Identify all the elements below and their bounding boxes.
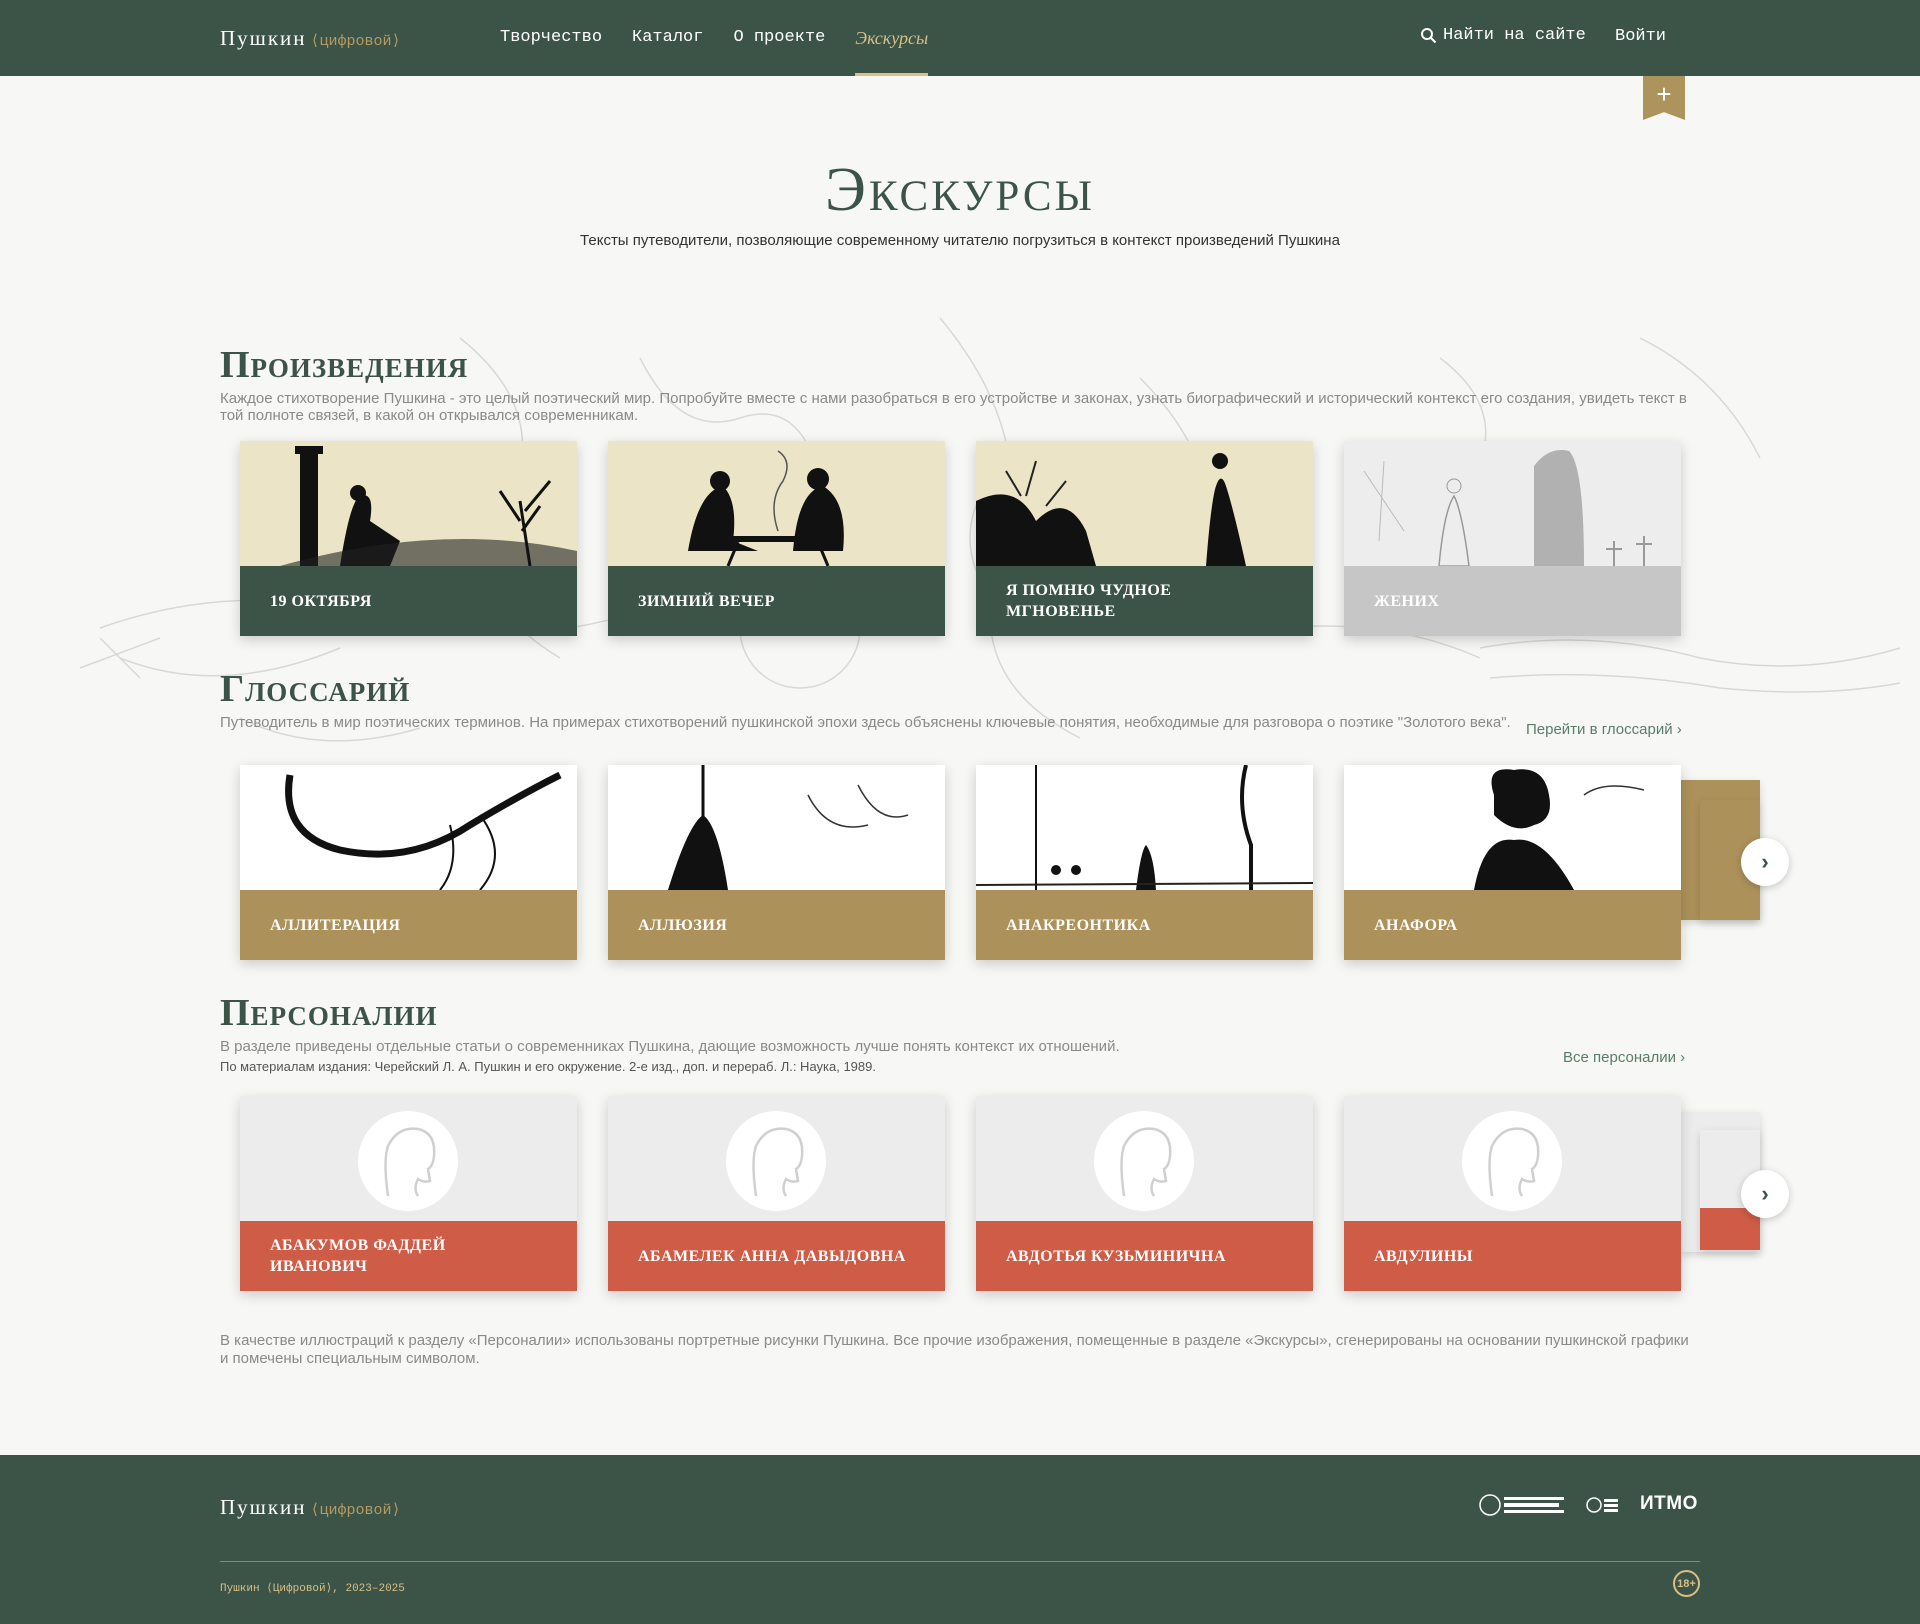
person-card-name: Авдотья Кузьминична	[976, 1221, 1313, 1291]
glossary-card[interactable]: Анакреонтика	[976, 765, 1313, 960]
chevron-right-icon: ›	[1761, 1181, 1769, 1206]
glossary-card[interactable]: Анафора	[1344, 765, 1681, 960]
nav-catalog[interactable]: Каталог	[632, 0, 703, 76]
persons-source-note: По материалам издания: Черейский Л. А. П…	[220, 1059, 876, 1074]
glossary-next-button[interactable]: ›	[1741, 838, 1789, 886]
works-section-description: Каждое стихотворение Пушкина - это целый…	[220, 390, 1687, 424]
person-card[interactable]: Абакумов Фаддей Иванович	[240, 1096, 577, 1291]
person-card-image	[608, 1096, 945, 1221]
site-search-button[interactable]: Найти на сайте	[1420, 26, 1586, 45]
illustrations-note: В качестве иллюстраций к разделу «Персон…	[220, 1332, 1689, 1367]
nav-works[interactable]: Творчество	[500, 0, 602, 76]
work-card-illustration	[976, 441, 1313, 566]
glossary-card-illustration	[976, 765, 1313, 890]
login-link[interactable]: Войти	[1615, 27, 1666, 46]
pushkin-house-logo[interactable]	[1478, 1491, 1568, 1522]
persons-section-description: В разделе приведены отдельные статьи о с…	[220, 1038, 1120, 1055]
work-card-illustration	[608, 441, 945, 566]
work-card-title: Зимний вечер	[608, 566, 945, 636]
glossary-card-title: Аллюзия	[608, 890, 945, 960]
emblem-icon	[1586, 1497, 1618, 1513]
glossary-card[interactable]: Аллюзия	[608, 765, 945, 960]
work-card[interactable]: Зимний вечер	[608, 441, 945, 636]
person-card-name: Авдулины	[1344, 1221, 1681, 1291]
work-card-illustration	[240, 441, 577, 566]
chevron-right-icon: ›	[1761, 849, 1769, 874]
site-logo[interactable]: Пушкин ⟨цифровой⟩	[220, 26, 401, 51]
work-card-title: Жених	[1344, 566, 1681, 636]
glossary-card-title: Анакреонтика	[976, 890, 1313, 960]
itmo-logo[interactable]: ИТМО	[1640, 1493, 1698, 1515]
glossary-card-illustration	[608, 765, 945, 890]
profile-silhouette-icon	[1120, 1127, 1172, 1197]
bookmark-plus-icon[interactable]: +	[1643, 76, 1685, 120]
glossary-card-illustration	[240, 765, 577, 890]
persons-section-title: Персоналии	[220, 992, 438, 1034]
footer-logo-tag: ⟨цифровой⟩	[310, 1502, 401, 1519]
glossary-section-title: Глоссарий	[220, 668, 411, 710]
persons-next-button[interactable]: ›	[1741, 1170, 1789, 1218]
person-card-image	[976, 1096, 1313, 1221]
site-logo-tag: ⟨цифровой⟩	[310, 33, 401, 50]
person-card-image	[1344, 1096, 1681, 1221]
work-card[interactable]: Я помню чудное мгновенье	[976, 441, 1313, 636]
glossary-cards-row: Аллитерация Аллюзия Анакреонтика Анафора	[240, 765, 1880, 965]
works-section-title: Произведения	[220, 344, 469, 386]
page-title: Экскурсы	[824, 156, 1096, 224]
person-card[interactable]: Абамелек Анна Давыдовна	[608, 1096, 945, 1291]
glossary-link[interactable]: Перейти в глоссарий ›	[1526, 721, 1682, 738]
glossary-card-illustration	[1344, 765, 1681, 890]
main-nav: Творчество Каталог О проекте Экскурсы	[500, 0, 958, 76]
glossary-card-title: Аллитерация	[240, 890, 577, 960]
footer-divider	[220, 1561, 1700, 1562]
chevron-right-icon: ›	[1680, 1049, 1686, 1066]
person-card-name: Абамелек Анна Давыдовна	[608, 1221, 945, 1291]
profile-silhouette-icon	[1488, 1127, 1540, 1197]
nav-excursions[interactable]: Экскурсы	[855, 0, 928, 76]
footer-copyright: Пушкин ⟨Цифровой⟩, 2023–2025	[220, 1583, 405, 1595]
profile-silhouette-icon	[752, 1127, 804, 1197]
persons-cards-row: Абакумов Фаддей Иванович Абамелек Анна Д…	[240, 1096, 1880, 1296]
work-card-illustration	[1344, 441, 1681, 566]
profile-silhouette-icon	[384, 1127, 436, 1197]
page-subtitle: Тексты путеводители, позволяющие совреме…	[580, 232, 1340, 249]
person-card[interactable]: Авдотья Кузьминична	[976, 1096, 1313, 1291]
pushkin-house-logo-icon	[1479, 1494, 1564, 1516]
person-card-name: Абакумов Фаддей Иванович	[240, 1221, 577, 1291]
person-card-image	[240, 1096, 577, 1221]
glossary-card-title: Анафора	[1344, 890, 1681, 960]
site-footer: Пушкин ⟨цифровой⟩ ИТМО Пушкин ⟨Цифровой⟩,…	[0, 1455, 1920, 1624]
search-label: Найти на сайте	[1443, 26, 1586, 45]
glossary-card[interactable]: Аллитерация	[240, 765, 577, 960]
glossary-section-description: Путеводитель в мир поэтических терминов.…	[220, 714, 1511, 731]
nav-about[interactable]: О проекте	[733, 0, 825, 76]
footer-logo[interactable]: Пушкин ⟨цифровой⟩	[220, 1495, 401, 1520]
search-icon	[1421, 28, 1437, 44]
work-card[interactable]: Жених	[1344, 441, 1681, 636]
works-cards-row: 19 октября Зимний вечер Я помню чудное м…	[240, 441, 1880, 641]
work-card[interactable]: 19 октября	[240, 441, 577, 636]
age-rating-badge: 18+	[1673, 1570, 1700, 1597]
work-card-title: 19 октября	[240, 566, 577, 636]
partner-emblem-logo[interactable]	[1586, 1491, 1620, 1522]
chevron-right-icon: ›	[1676, 721, 1682, 738]
work-card-title: Я помню чудное мгновенье	[976, 566, 1313, 636]
site-header: Пушкин ⟨цифровой⟩ Творчество Каталог О пр…	[0, 0, 1920, 76]
person-card[interactable]: Авдулины	[1344, 1096, 1681, 1291]
persons-link[interactable]: Все персоналии ›	[1563, 1049, 1685, 1066]
